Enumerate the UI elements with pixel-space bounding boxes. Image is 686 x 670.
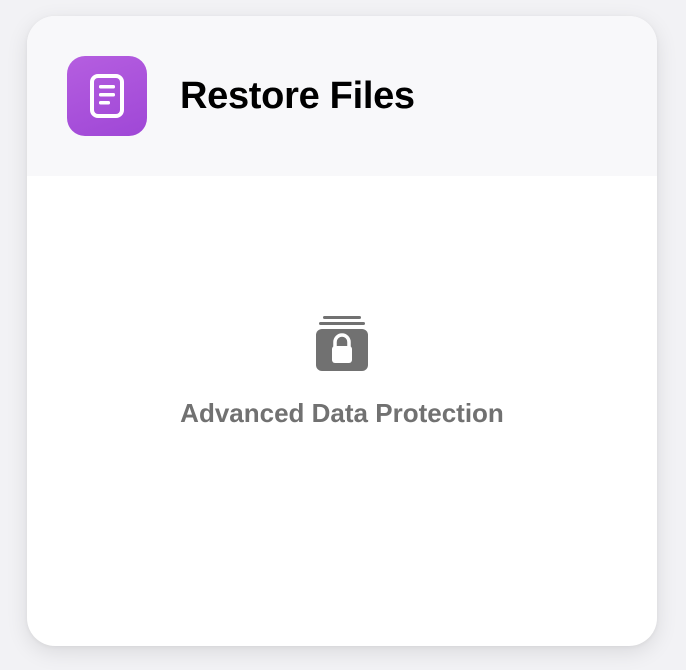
locked-stack-icon <box>315 316 369 372</box>
restore-files-card: Restore Files Advanced Data Protection <box>27 16 657 646</box>
card-header: Restore Files <box>27 16 657 176</box>
page-title: Restore Files <box>180 75 415 117</box>
document-icon <box>67 56 147 136</box>
feature-label: Advanced Data Protection <box>180 398 504 428</box>
card-body: Advanced Data Protection <box>27 176 657 646</box>
